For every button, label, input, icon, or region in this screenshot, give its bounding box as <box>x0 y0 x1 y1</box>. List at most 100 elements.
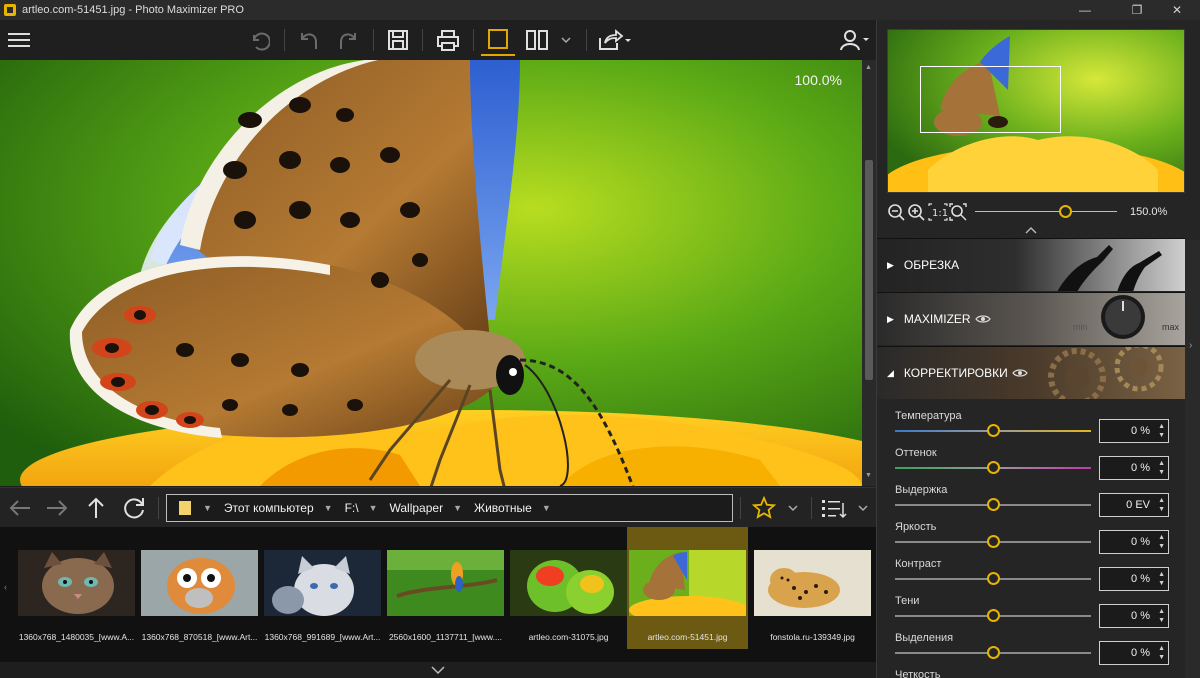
viewer-scroll-thumb[interactable] <box>865 160 873 380</box>
chevron-down-icon[interactable]: ▼ <box>369 503 390 513</box>
thumbnail-item[interactable]: 1360x768_1480035_[www.A... <box>16 527 137 649</box>
compare-view-button[interactable] <box>520 24 554 56</box>
temperature-value-field[interactable]: 0 % ▲ ▼ <box>1099 419 1169 443</box>
section-maximizer[interactable]: ▶ MAXIMIZER min max <box>877 292 1185 345</box>
stepper-icon[interactable]: ▲ ▼ <box>1158 570 1165 588</box>
eye-icon[interactable] <box>974 314 991 324</box>
section-crop-header[interactable]: ▶ ОБРЕЗКА <box>887 258 959 272</box>
close-button[interactable]: ✕ <box>1154 0 1200 20</box>
adjustment-brightness: Яркость 0 % ▲ ▼ <box>877 521 1185 558</box>
right-panel: 1:1 150.0% ▶ ОБРЕЗКА ▶ MAXIMIZER min max… <box>876 20 1200 678</box>
section-adjustments-header[interactable]: ◢ КОРРЕКТИРОВКИ <box>887 366 1028 380</box>
stepper-icon[interactable]: ▲ ▼ <box>1158 533 1165 551</box>
temperature-slider-knob[interactable] <box>987 424 1000 437</box>
fit-to-screen-button[interactable] <box>949 202 967 222</box>
undo-button[interactable] <box>292 24 326 56</box>
chevron-down-icon <box>858 505 868 512</box>
highlights-value-field[interactable]: 0 % ▲ ▼ <box>1099 641 1169 665</box>
sort-button[interactable] <box>818 493 850 523</box>
actual-size-icon: 1:1 <box>928 203 948 221</box>
exposure-slider-knob[interactable] <box>987 498 1000 511</box>
minimize-button[interactable]: — <box>1062 0 1108 20</box>
highlights-slider-knob[interactable] <box>987 646 1000 659</box>
view-mode-dropdown[interactable] <box>553 24 579 56</box>
brightness-slider-knob[interactable] <box>987 535 1000 548</box>
refresh-button[interactable] <box>119 493 151 523</box>
chevron-down-icon[interactable]: ▼ <box>324 503 345 513</box>
navigator-viewport-rect[interactable] <box>920 66 1061 133</box>
thumbnail-caption: artleo.com-31075.jpg <box>528 632 609 642</box>
window-title: artleo.com-51451.jpg - Photo Maximizer P… <box>22 4 244 16</box>
contrast-slider-knob[interactable] <box>987 572 1000 585</box>
save-button[interactable] <box>381 24 415 56</box>
breadcrumb-item-drive[interactable]: F:\ ▼ <box>345 495 390 521</box>
zoom-out-button[interactable] <box>887 202 905 222</box>
chevron-down-icon[interactable]: ▼ <box>203 503 224 513</box>
breadcrumb-item-wallpaper[interactable]: Wallpaper ▼ <box>390 495 475 521</box>
zoom-slider[interactable] <box>975 211 1117 212</box>
favorites-dropdown[interactable] <box>781 493 805 523</box>
filmstrip-toggle-bar[interactable] <box>0 662 876 678</box>
adjustment-tint: Оттенок 0 % ▲ ▼ <box>877 447 1185 484</box>
collapse-arrow-icon: ◢ <box>887 367 894 378</box>
eye-icon[interactable] <box>1012 368 1028 378</box>
up-folder-button[interactable] <box>80 493 112 523</box>
shadows-value-field[interactable]: 0 % ▲ ▼ <box>1099 604 1169 628</box>
breadcrumb-item-animals[interactable]: Животные ▼ <box>474 495 563 521</box>
zoom-slider-knob[interactable] <box>1059 205 1072 218</box>
thumbnail-item[interactable]: 1360x768_991689_[www.Art... <box>262 527 383 649</box>
section-crop[interactable]: ▶ ОБРЕЗКА <box>877 238 1185 291</box>
redo-button[interactable] <box>331 24 365 56</box>
image-viewer[interactable]: 100.0% <box>0 60 862 486</box>
maximizer-min-label: min <box>1073 322 1088 332</box>
print-button[interactable] <box>431 24 465 56</box>
stepper-icon[interactable]: ▲ ▼ <box>1158 644 1165 662</box>
sort-dropdown[interactable] <box>851 493 875 523</box>
forward-button[interactable] <box>41 493 73 523</box>
collapse-navigator-icon[interactable] <box>1025 226 1037 234</box>
shadows-slider-knob[interactable] <box>987 609 1000 622</box>
navigator-preview[interactable] <box>887 29 1185 193</box>
compare-view-icon <box>526 30 548 50</box>
tint-slider-knob[interactable] <box>987 461 1000 474</box>
stepper-icon[interactable]: ▲ ▼ <box>1158 422 1165 440</box>
chevron-down-icon <box>561 37 571 44</box>
section-adjustments[interactable]: ◢ КОРРЕКТИРОВКИ <box>877 346 1185 399</box>
chevron-down-icon[interactable]: ▼ <box>542 503 563 513</box>
stepper-icon[interactable]: ▲ ▼ <box>1158 607 1165 625</box>
contrast-value-field[interactable]: 0 % ▲ ▼ <box>1099 567 1169 591</box>
breadcrumb-item-computer[interactable]: Этот компьютер ▼ <box>224 495 345 521</box>
thumbnail-caption: artleo.com-51451.jpg <box>647 632 728 642</box>
scroll-left-icon[interactable]: ‹ <box>4 582 7 592</box>
brightness-value-field[interactable]: 0 % ▲ ▼ <box>1099 530 1169 554</box>
account-button[interactable] <box>836 24 874 56</box>
zoom-in-button[interactable] <box>907 202 925 222</box>
single-view-button[interactable] <box>481 24 515 56</box>
tint-value-field[interactable]: 0 % ▲ ▼ <box>1099 456 1169 480</box>
hamburger-menu-button[interactable] <box>2 24 36 56</box>
section-crop-label: ОБРЕЗКА <box>903 258 960 272</box>
exposure-value-field[interactable]: 0 EV ▲ ▼ <box>1099 493 1169 517</box>
thumbnail-item[interactable]: 2560x1600_1137711_[www.... <box>385 527 506 649</box>
stepper-icon[interactable]: ▲ ▼ <box>1158 459 1165 477</box>
thumbnail-item[interactable]: 1360x768_870518_[www.Art... <box>139 527 260 649</box>
thumbnail-item[interactable]: artleo.com-31075.jpg <box>508 527 629 649</box>
viewer-scrollbar[interactable]: ▲ ▼ <box>862 60 876 486</box>
favorites-button[interactable] <box>748 493 780 523</box>
panel-scrollbar[interactable]: › <box>1185 240 1200 678</box>
undo-all-button[interactable] <box>242 24 276 56</box>
actual-size-button[interactable]: 1:1 <box>928 202 948 222</box>
back-button[interactable] <box>4 493 36 523</box>
redo-icon <box>340 33 356 49</box>
chevron-down-icon[interactable]: ▼ <box>453 503 474 513</box>
star-icon <box>752 496 776 519</box>
breadcrumb[interactable]: ▼ Этот компьютер ▼ F:\ ▼ Wallpaper ▼ Животн… <box>166 494 733 522</box>
stepper-icon[interactable]: ▲ ▼ <box>1158 496 1165 514</box>
share-button[interactable] <box>594 24 634 56</box>
section-maximizer-header[interactable]: ▶ MAXIMIZER <box>887 312 991 326</box>
thumbnail-item-selected[interactable]: artleo.com-51451.jpg <box>627 527 748 649</box>
arrow-left-icon <box>9 500 30 516</box>
thumbnail-item[interactable]: fonstola.ru-139349.jpg <box>752 527 873 649</box>
chevron-right-icon[interactable]: › <box>1189 340 1192 351</box>
adjustment-label: Выделения <box>895 632 954 644</box>
